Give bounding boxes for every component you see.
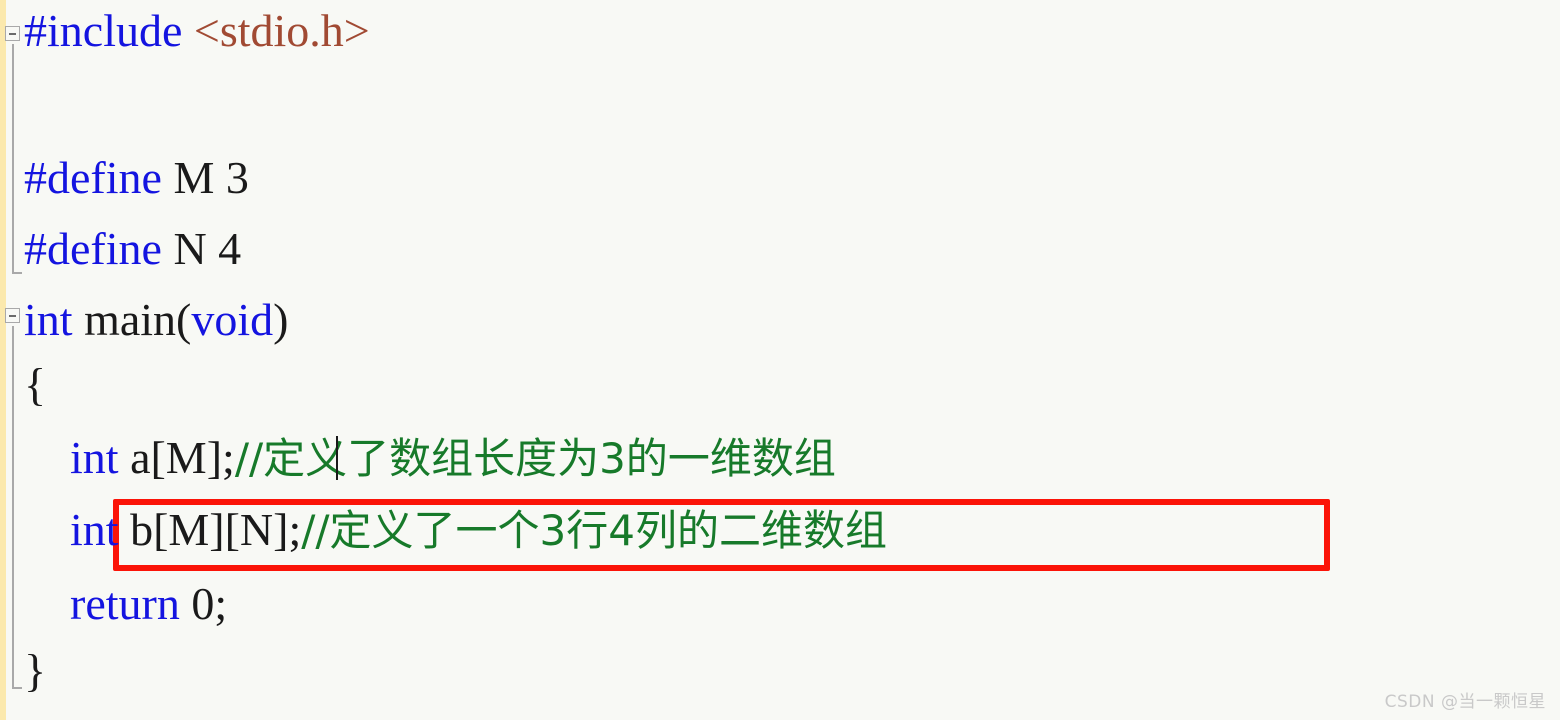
token-function-name: main bbox=[72, 294, 177, 345]
token-keyword: #define bbox=[24, 223, 162, 274]
token-identifier: M 3 bbox=[161, 152, 249, 203]
token-keyword: #define bbox=[24, 152, 162, 203]
token-keyword: #include bbox=[24, 5, 183, 56]
code-line-3[interactable]: #define M 3 bbox=[24, 155, 249, 201]
code-line-9[interactable]: return 0; bbox=[24, 581, 227, 627]
token-declarator: b[M][N]; bbox=[118, 504, 302, 555]
token-brace-close: } bbox=[24, 645, 47, 696]
csdn-watermark: CSDN @当一颗恒星 bbox=[1384, 692, 1546, 712]
code-line-1[interactable]: #include <stdio.h> bbox=[24, 8, 370, 54]
code-line-6[interactable]: { bbox=[24, 362, 46, 408]
code-line-4[interactable]: #define N 4 bbox=[24, 226, 241, 272]
token-return-value: 0; bbox=[179, 578, 228, 629]
token-keyword-void: void bbox=[191, 294, 274, 345]
text-caret bbox=[336, 436, 338, 480]
code-line-8[interactable]: int b[M][N];//定义了一个3行4列的二维数组 bbox=[24, 507, 887, 554]
outlining-guide-foot-main bbox=[12, 687, 22, 689]
token-identifier: N 4 bbox=[161, 223, 242, 274]
token-paren-close: ) bbox=[273, 294, 289, 345]
collapse-toggle-include[interactable] bbox=[5, 26, 20, 41]
editor-outlining-gutter bbox=[6, 0, 22, 720]
token-keyword: int bbox=[24, 294, 73, 345]
code-line-10[interactable]: } bbox=[24, 648, 46, 694]
token-keyword: int bbox=[24, 504, 119, 555]
code-editor-screenshot: #include <stdio.h> #define M 3 #define N… bbox=[0, 0, 1560, 720]
outlining-guide-foot-include bbox=[12, 272, 22, 274]
code-line-5[interactable]: int main(void) bbox=[24, 297, 288, 343]
token-declarator: a[M]; bbox=[118, 432, 235, 483]
code-line-7[interactable]: int a[M];//定义了数组长度为3的一维数组 bbox=[24, 435, 836, 482]
outlining-guide-line-include bbox=[12, 44, 14, 274]
token-keyword: int bbox=[24, 432, 119, 483]
token-comment: //定义了一个3行4列的二维数组 bbox=[301, 506, 887, 555]
token-paren-open: ( bbox=[176, 294, 192, 345]
token-comment: //定义了数组长度为3的一维数组 bbox=[234, 434, 836, 483]
token-brace-open: { bbox=[24, 359, 47, 410]
token-include-path: <stdio.h> bbox=[193, 5, 370, 56]
outlining-guide-line-main bbox=[12, 326, 14, 689]
token-keyword: return bbox=[24, 578, 180, 629]
collapse-toggle-main[interactable] bbox=[5, 308, 20, 323]
